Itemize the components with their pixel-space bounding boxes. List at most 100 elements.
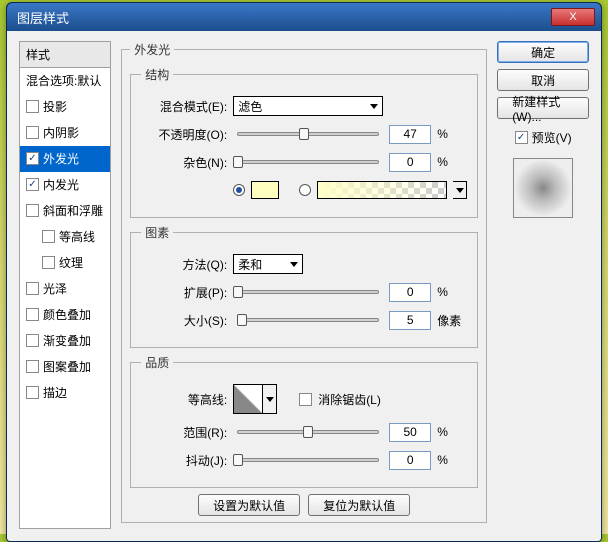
method-label: 方法(Q): xyxy=(141,256,227,273)
styles-list: 样式 混合选项:默认 投影内阴影外发光内发光斜面和浮雕等高线纹理光泽颜色叠加渐变… xyxy=(19,41,111,529)
spread-row: 扩展(P): 0 % xyxy=(141,281,467,303)
antialias-label: 消除锯齿(L) xyxy=(318,391,381,408)
effect-title: 外发光 xyxy=(130,41,174,58)
style-item[interactable]: 内发光 xyxy=(20,172,110,198)
style-item-checkbox[interactable] xyxy=(26,178,39,191)
style-item[interactable]: 内阴影 xyxy=(20,120,110,146)
style-item[interactable]: 光泽 xyxy=(20,276,110,302)
style-item-label: 光泽 xyxy=(43,280,67,297)
style-item[interactable]: 图案叠加 xyxy=(20,354,110,380)
jitter-row: 抖动(J): 0 % xyxy=(141,449,467,471)
style-item-label: 投影 xyxy=(43,98,67,115)
size-row: 大小(S): 5 像素 xyxy=(141,309,467,331)
solid-color-radio[interactable] xyxy=(233,184,245,196)
opacity-slider[interactable] xyxy=(237,132,379,136)
opacity-input[interactable]: 47 xyxy=(389,125,431,144)
style-item-checkbox[interactable] xyxy=(26,152,39,165)
contour-dropdown-button[interactable] xyxy=(263,384,277,414)
style-item-checkbox[interactable] xyxy=(42,256,55,269)
jitter-unit: % xyxy=(437,453,467,467)
range-unit: % xyxy=(437,425,467,439)
dialog-body: 样式 混合选项:默认 投影内阴影外发光内发光斜面和浮雕等高线纹理光泽颜色叠加渐变… xyxy=(7,31,601,541)
color-source-row xyxy=(141,179,467,201)
jitter-input[interactable]: 0 xyxy=(389,451,431,470)
style-item-checkbox[interactable] xyxy=(26,282,39,295)
style-item[interactable]: 等高线 xyxy=(20,224,110,250)
style-item-label: 斜面和浮雕 xyxy=(43,202,103,219)
close-icon: X xyxy=(569,11,576,23)
close-button[interactable]: X xyxy=(551,8,595,26)
size-input[interactable]: 5 xyxy=(389,311,431,330)
opacity-row: 不透明度(O): 47 % xyxy=(141,123,467,145)
style-item-checkbox[interactable] xyxy=(26,386,39,399)
range-row: 范围(R): 50 % xyxy=(141,421,467,443)
spread-input[interactable]: 0 xyxy=(389,283,431,302)
spread-slider[interactable] xyxy=(237,290,379,294)
style-item-label: 纹理 xyxy=(59,254,83,271)
range-input[interactable]: 50 xyxy=(389,423,431,442)
size-label: 大小(S): xyxy=(141,312,227,329)
style-item-checkbox[interactable] xyxy=(26,360,39,373)
blend-mode-value: 滤色 xyxy=(238,98,262,115)
style-item-checkbox[interactable] xyxy=(26,100,39,113)
method-dropdown[interactable]: 柔和 xyxy=(233,254,303,274)
blend-options-row[interactable]: 混合选项:默认 xyxy=(20,68,110,94)
noise-input[interactable]: 0 xyxy=(389,153,431,172)
antialias-checkbox[interactable] xyxy=(299,393,312,406)
preview-row: 预览(V) xyxy=(515,129,572,146)
set-default-button[interactable]: 设置为默认值 xyxy=(198,494,300,516)
range-slider[interactable] xyxy=(237,430,379,434)
blend-mode-dropdown[interactable]: 滤色 xyxy=(233,96,383,116)
range-label: 范围(R): xyxy=(141,424,227,441)
reset-default-button[interactable]: 复位为默认值 xyxy=(308,494,410,516)
glow-gradient-swatch[interactable] xyxy=(317,181,447,199)
style-item[interactable]: 纹理 xyxy=(20,250,110,276)
window-title: 图层样式 xyxy=(17,8,551,27)
style-item[interactable]: 斜面和浮雕 xyxy=(20,198,110,224)
opacity-unit: % xyxy=(437,127,467,141)
style-item-label: 内阴影 xyxy=(43,124,79,141)
contour-picker[interactable] xyxy=(233,384,263,414)
preview-thumbnail xyxy=(513,158,573,218)
style-item-checkbox[interactable] xyxy=(26,334,39,347)
dialog-window: 图层样式 X 样式 混合选项:默认 投影内阴影外发光内发光斜面和浮雕等高线纹理光… xyxy=(6,2,602,542)
style-item-checkbox[interactable] xyxy=(26,308,39,321)
defaults-row: 设置为默认值 复位为默认值 xyxy=(130,494,478,516)
style-item[interactable]: 投影 xyxy=(20,94,110,120)
style-item-checkbox[interactable] xyxy=(42,230,55,243)
spread-label: 扩展(P): xyxy=(141,284,227,301)
styles-header: 样式 xyxy=(20,42,110,68)
style-item-label: 等高线 xyxy=(59,228,95,245)
jitter-slider[interactable] xyxy=(237,458,379,462)
titlebar[interactable]: 图层样式 X xyxy=(7,3,601,31)
cancel-button[interactable]: 取消 xyxy=(497,69,589,91)
quality-legend: 品质 xyxy=(141,354,173,371)
spread-unit: % xyxy=(437,285,467,299)
right-column: 确定 取消 新建样式(W)... 预览(V) xyxy=(497,41,589,529)
quality-group: 品质 等高线: 消除锯齿(L) 范围(R): xyxy=(130,354,478,488)
opacity-label: 不透明度(O): xyxy=(141,126,227,143)
style-item[interactable]: 描边 xyxy=(20,380,110,406)
noise-slider[interactable] xyxy=(237,160,379,164)
gradient-dropdown-button[interactable] xyxy=(453,181,467,199)
preview-label: 预览(V) xyxy=(532,129,572,146)
blend-mode-row: 混合模式(E): 滤色 xyxy=(141,95,467,117)
jitter-label: 抖动(J): xyxy=(141,452,227,469)
gradient-radio[interactable] xyxy=(299,184,311,196)
preview-checkbox[interactable] xyxy=(515,131,528,144)
method-row: 方法(Q): 柔和 xyxy=(141,253,467,275)
contour-label: 等高线: xyxy=(141,391,227,408)
elements-legend: 图素 xyxy=(141,224,173,241)
style-item[interactable]: 渐变叠加 xyxy=(20,328,110,354)
new-style-button[interactable]: 新建样式(W)... xyxy=(497,97,589,119)
elements-group: 图素 方法(Q): 柔和 扩展(P): 0 % xyxy=(130,224,478,348)
style-item-label: 图案叠加 xyxy=(43,358,91,375)
ok-button[interactable]: 确定 xyxy=(497,41,589,63)
style-item-checkbox[interactable] xyxy=(26,126,39,139)
size-slider[interactable] xyxy=(237,318,379,322)
structure-legend: 结构 xyxy=(141,66,173,83)
style-item[interactable]: 外发光 xyxy=(20,146,110,172)
style-item[interactable]: 颜色叠加 xyxy=(20,302,110,328)
glow-color-swatch[interactable] xyxy=(251,181,279,199)
style-item-checkbox[interactable] xyxy=(26,204,39,217)
